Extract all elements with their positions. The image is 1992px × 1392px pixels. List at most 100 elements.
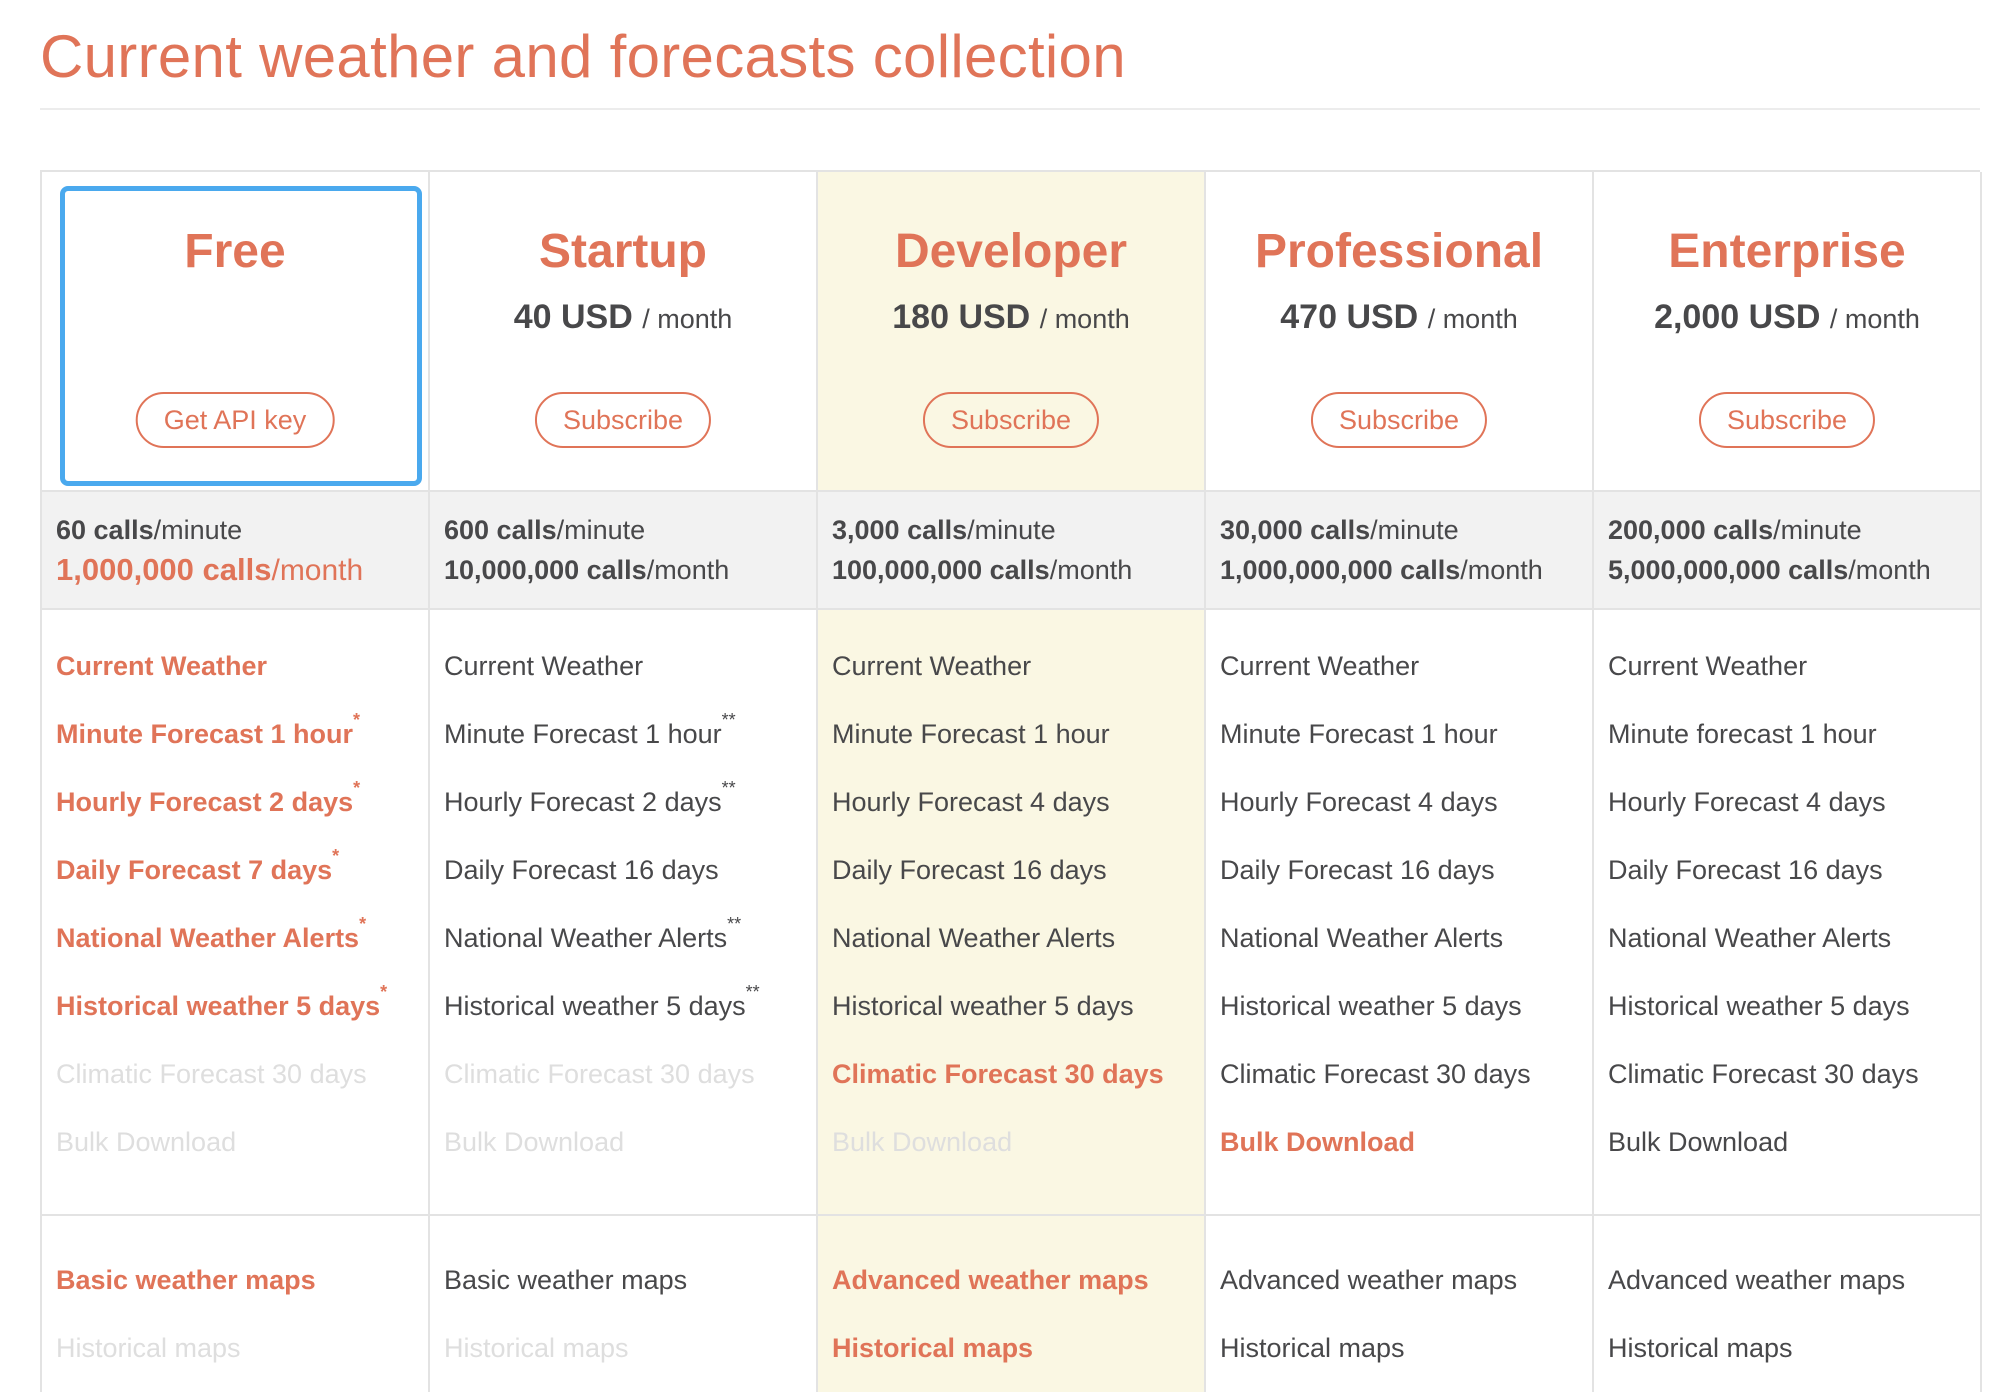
- plan-column-professional: Professional 470 USD / month Subscribe 3…: [1206, 172, 1594, 1392]
- plan-column-enterprise: Enterprise 2,000 USD / month Subscribe 2…: [1594, 172, 1982, 1392]
- feature-item: Hourly Forecast 2 days**: [444, 778, 736, 817]
- feature-item: Bulk Download: [56, 1127, 237, 1157]
- rate-limits: 600 calls/minute 10,000,000 calls/month: [430, 490, 816, 610]
- feature-item: Current Weather: [832, 651, 1032, 681]
- calls-per-month-unit: /month: [1460, 555, 1543, 585]
- rate-limits: 60 calls/minute 1,000,000 calls/month: [42, 490, 428, 610]
- price-period: / month: [1039, 304, 1130, 334]
- feature-item: Minute Forecast 1 hour: [832, 719, 1110, 749]
- get-api-key-button[interactable]: Get API key: [135, 392, 335, 448]
- feature-item: Historical weather 5 days*: [56, 982, 388, 1021]
- plan-header: Enterprise 2,000 USD / month Subscribe: [1594, 172, 1980, 490]
- page-title: Current weather and forecasts collection: [40, 23, 1126, 90]
- feature-item: Climatic Forecast 30 days: [1220, 1059, 1531, 1089]
- plan-name: Startup: [539, 225, 707, 278]
- feature-item: Daily Forecast 16 days: [444, 855, 719, 885]
- feature-item: Minute Forecast 1 hour*: [56, 710, 361, 749]
- maps-item: Basic weather maps: [444, 1265, 688, 1295]
- subscribe-button[interactable]: Subscribe: [922, 392, 1100, 448]
- calls-per-minute-unit: /minute: [1370, 515, 1459, 545]
- pricing-table: Free Get API key 60 calls/minute 1,000,0…: [40, 170, 1982, 1392]
- feature-item: Hourly Forecast 4 days: [1608, 787, 1886, 817]
- feature-item: Hourly Forecast 4 days: [1220, 787, 1498, 817]
- calls-per-month-unit: /month: [1848, 555, 1931, 585]
- plan-price: 470 USD / month: [1280, 298, 1518, 336]
- feature-item: Climatic Forecast 30 days: [56, 1059, 367, 1089]
- rate-limits: 30,000 calls/minute 1,000,000,000 calls/…: [1206, 490, 1592, 610]
- maps-item: Historical maps: [1608, 1333, 1793, 1363]
- rate-limits: 3,000 calls/minute 100,000,000 calls/mon…: [818, 490, 1204, 610]
- feature-list: Current Weather Minute Forecast 1 hour* …: [42, 610, 428, 1216]
- title-divider: [40, 108, 1980, 110]
- maps-item: Advanced weather maps: [832, 1265, 1149, 1295]
- price-period: / month: [1427, 304, 1518, 334]
- feature-item: Historical weather 5 days: [1220, 991, 1522, 1021]
- maps-list: Advanced weather maps Historical maps: [1206, 1216, 1592, 1392]
- feature-item: Current Weather: [1608, 651, 1808, 681]
- maps-list: Basic weather maps Historical maps: [430, 1216, 816, 1392]
- feature-item: National Weather Alerts*: [56, 914, 367, 953]
- calls-per-minute-unit: /minute: [1773, 515, 1862, 545]
- subscribe-button[interactable]: Subscribe: [534, 392, 712, 448]
- maps-item: Historical maps: [1220, 1333, 1405, 1363]
- calls-per-month: 10,000,000 calls: [444, 555, 647, 585]
- feature-item: Bulk Download: [1220, 1127, 1415, 1157]
- feature-item: Minute Forecast 1 hour: [1220, 719, 1498, 749]
- feature-item: Hourly Forecast 4 days: [832, 787, 1110, 817]
- maps-list: Advanced weather maps Historical maps: [1594, 1216, 1980, 1392]
- feature-item: Current Weather: [444, 651, 644, 681]
- feature-item: Current Weather: [56, 651, 268, 681]
- plan-price: 180 USD / month: [892, 298, 1130, 336]
- feature-item: National Weather Alerts: [1220, 923, 1504, 953]
- feature-list: Current Weather Minute forecast 1 hour H…: [1594, 610, 1980, 1216]
- feature-item: Current Weather: [1220, 651, 1420, 681]
- calls-per-minute-unit: /minute: [556, 515, 646, 545]
- rate-limits: 200,000 calls/minute 5,000,000,000 calls…: [1594, 490, 1980, 610]
- feature-item: Historical weather 5 days**: [444, 982, 760, 1021]
- feature-list: Current Weather Minute Forecast 1 hour**…: [430, 610, 816, 1216]
- feature-item: Climatic Forecast 30 days: [832, 1059, 1164, 1089]
- plan-price: 40 USD / month: [513, 298, 733, 336]
- subscribe-button[interactable]: Subscribe: [1698, 392, 1876, 448]
- feature-list: Current Weather Minute Forecast 1 hour H…: [818, 610, 1204, 1216]
- feature-item: Minute Forecast 1 hour**: [444, 710, 736, 749]
- plan-name: Free: [184, 225, 286, 278]
- calls-per-month: 1,000,000,000 calls: [1220, 555, 1461, 585]
- feature-item: Hourly Forecast 2 days*: [56, 778, 361, 817]
- subscribe-button[interactable]: Subscribe: [1310, 392, 1488, 448]
- feature-item: National Weather Alerts: [832, 923, 1116, 953]
- feature-item: National Weather Alerts: [1608, 923, 1892, 953]
- calls-per-month-unit: /month: [646, 555, 730, 585]
- feature-item: Daily Forecast 16 days: [832, 855, 1107, 885]
- feature-item: Climatic Forecast 30 days: [1608, 1059, 1919, 1089]
- calls-per-minute: 200,000 calls: [1608, 515, 1774, 545]
- feature-item: Bulk Download: [444, 1127, 625, 1157]
- calls-per-month: 100,000,000 calls: [832, 555, 1050, 585]
- feature-item: Daily Forecast 7 days*: [56, 846, 340, 885]
- calls-per-minute: 60 calls: [56, 515, 154, 545]
- maps-item: Historical maps: [444, 1333, 629, 1363]
- plan-column-free: Free Get API key 60 calls/minute 1,000,0…: [42, 172, 430, 1392]
- plan-header: Startup 40 USD / month Subscribe: [430, 172, 816, 490]
- maps-item: Advanced weather maps: [1608, 1265, 1906, 1295]
- feature-item: Climatic Forecast 30 days: [444, 1059, 755, 1089]
- calls-per-month: 1,000,000 calls: [56, 552, 272, 587]
- maps-list: Advanced weather maps Historical maps: [818, 1216, 1204, 1392]
- plan-name: Developer: [894, 225, 1128, 278]
- maps-item: Advanced weather maps: [1220, 1265, 1518, 1295]
- plan-header: Developer 180 USD / month Subscribe: [818, 172, 1204, 490]
- feature-item: Daily Forecast 16 days: [1608, 855, 1883, 885]
- calls-per-month-unit: /month: [1049, 555, 1133, 585]
- feature-item: Minute forecast 1 hour: [1608, 719, 1877, 749]
- calls-per-minute-unit: /minute: [967, 515, 1056, 545]
- plan-column-developer: Developer 180 USD / month Subscribe 3,00…: [818, 172, 1206, 1392]
- plan-header: Professional 470 USD / month Subscribe: [1206, 172, 1592, 490]
- plan-header[interactable]: Free Get API key: [42, 172, 428, 490]
- maps-item: Historical maps: [56, 1333, 241, 1363]
- maps-list: Basic weather maps Historical maps: [42, 1216, 428, 1392]
- calls-per-minute: 3,000 calls: [832, 515, 968, 545]
- maps-item: Basic weather maps: [56, 1265, 316, 1295]
- feature-item: Bulk Download: [1608, 1127, 1789, 1157]
- plan-name: Professional: [1254, 225, 1544, 278]
- calls-per-minute: 600 calls: [444, 515, 557, 545]
